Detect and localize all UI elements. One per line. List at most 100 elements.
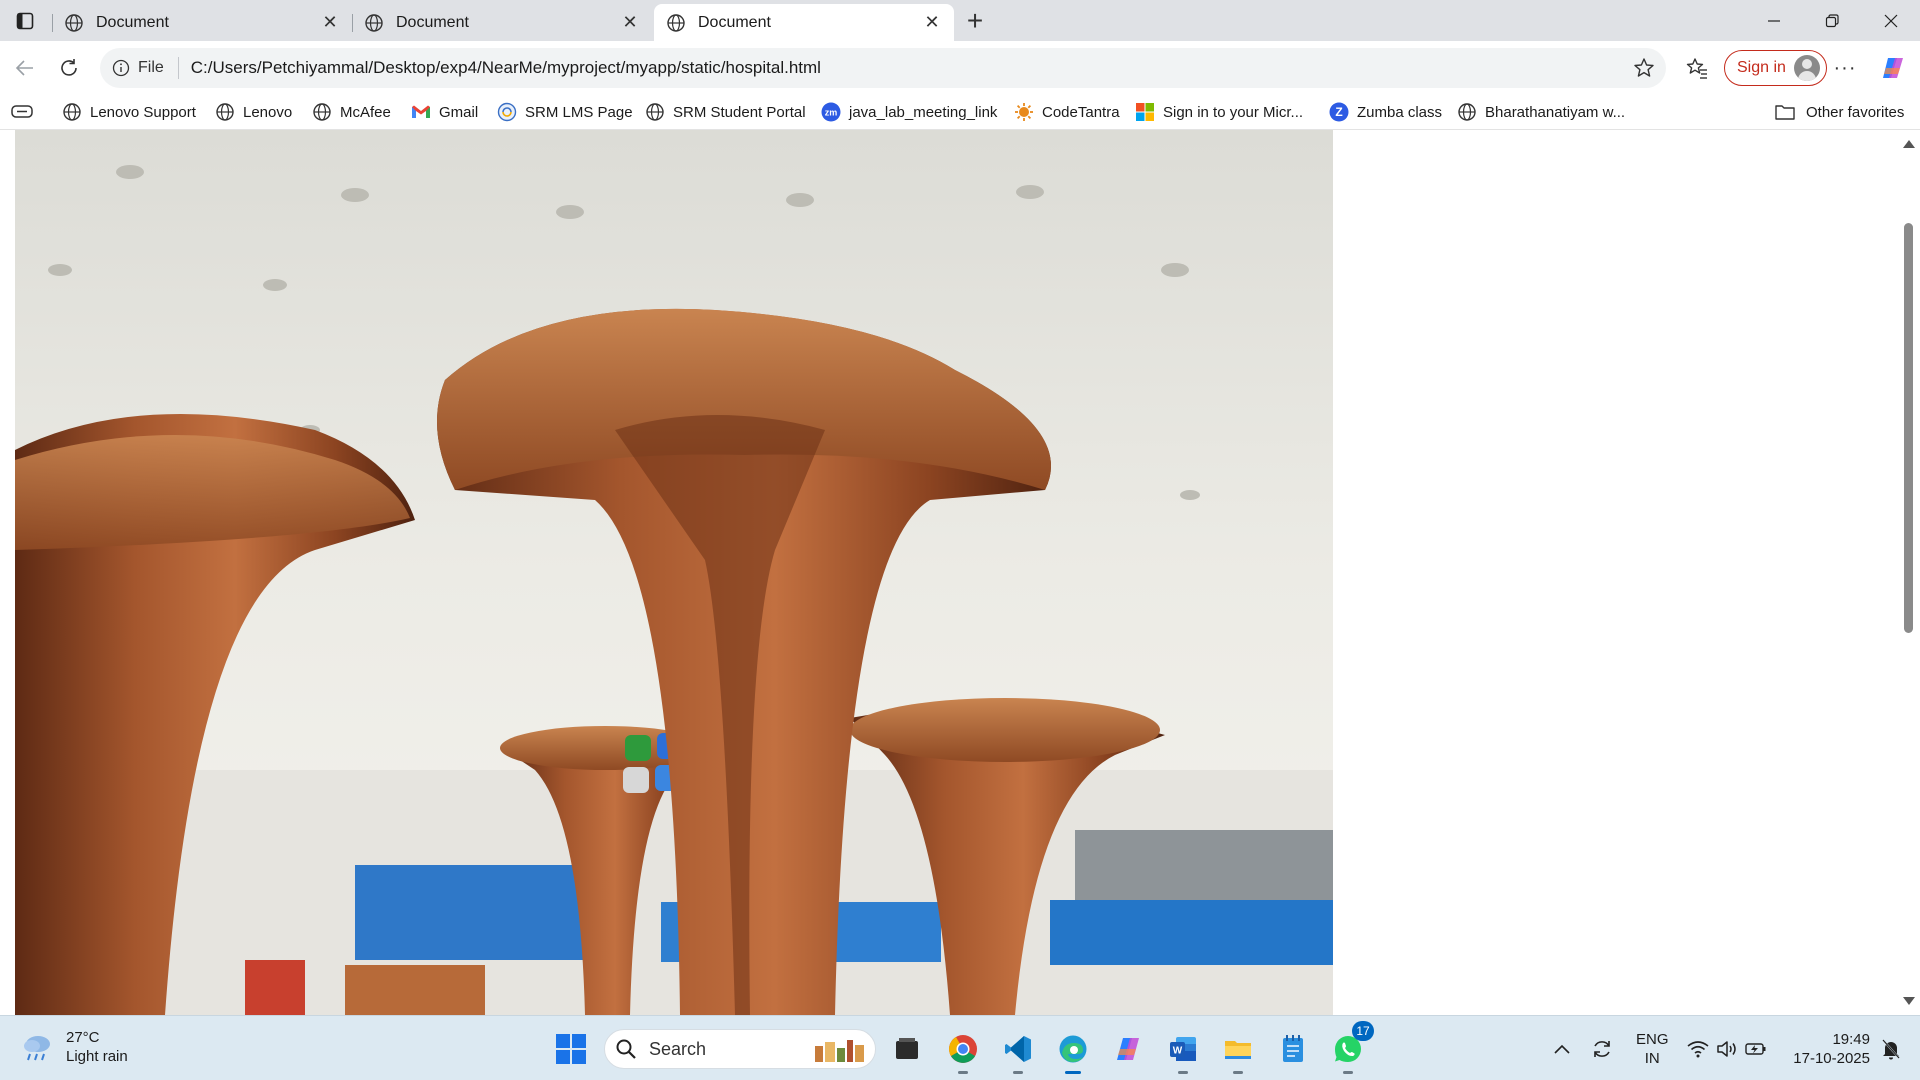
- bookmark-srm-student-portal[interactable]: SRM Student Portal: [645, 98, 806, 126]
- bookmark-bharathanatiyam[interactable]: Bharathanatiyam w...: [1457, 98, 1625, 126]
- globe-icon: [646, 103, 664, 121]
- url-text[interactable]: C:/Users/Petchiyammal/Desktop/exp4/NearM…: [191, 58, 821, 78]
- chevron-up-icon: [1554, 1044, 1570, 1054]
- close-tab-icon[interactable]: ✕: [618, 11, 642, 35]
- settings-more-button[interactable]: ···: [1828, 51, 1862, 85]
- tab-strip: Document ✕ Document ✕ Document ✕ +: [0, 0, 1920, 41]
- scrollbar-thumb[interactable]: [1904, 223, 1913, 633]
- bookmark-zumba-class[interactable]: Z Zumba class: [1329, 98, 1442, 126]
- region-code: IN: [1644, 1050, 1660, 1067]
- sign-in-button[interactable]: Sign in: [1724, 50, 1827, 86]
- minimize-button[interactable]: [1745, 0, 1803, 41]
- bookmark-microsoft-signin[interactable]: Sign in to your Micr...: [1135, 98, 1303, 126]
- avatar-icon: [1793, 55, 1820, 81]
- volume-icon: [1717, 1040, 1736, 1057]
- file-manager-icon: [896, 1038, 918, 1059]
- close-tab-icon[interactable]: ✕: [318, 11, 342, 35]
- back-button[interactable]: [8, 51, 42, 85]
- bookmark-codetantra[interactable]: CodeTantra: [1014, 98, 1120, 126]
- notepad-icon: [1283, 1035, 1303, 1062]
- running-indicator: [1065, 1071, 1081, 1074]
- running-indicator: [958, 1071, 968, 1074]
- volume-status[interactable]: [1713, 1016, 1741, 1080]
- file-explorer-icon: [1225, 1041, 1251, 1059]
- taskbar-app-file-explorer[interactable]: [1218, 1029, 1258, 1074]
- other-favorites-folder[interactable]: Other favorites: [1774, 98, 1904, 126]
- bookmark-lenovo[interactable]: Lenovo: [215, 98, 292, 126]
- bookmark-label: SRM LMS Page: [525, 103, 633, 121]
- globe-icon: [667, 13, 685, 32]
- bookmark-label: Bharathanatiyam w...: [1485, 103, 1626, 121]
- tab-actions-button[interactable]: [8, 6, 42, 36]
- scroll-down-arrow-icon[interactable]: [1903, 997, 1915, 1005]
- wifi-status[interactable]: [1684, 1016, 1712, 1080]
- bookmarks-menu-icon[interactable]: [10, 102, 34, 122]
- search-icon: [616, 1039, 636, 1059]
- reload-button[interactable]: [52, 51, 86, 85]
- folder-icon: [1775, 105, 1795, 120]
- info-icon[interactable]: [112, 59, 130, 77]
- taskbar-app-notepad[interactable]: [1273, 1029, 1313, 1069]
- svg-text:Z: Z: [1335, 105, 1342, 119]
- windows-start-icon[interactable]: [555, 1033, 587, 1065]
- tab-document-2[interactable]: Document ✕: [352, 4, 652, 41]
- taskbar-app-edge[interactable]: [1053, 1029, 1093, 1074]
- chrome-icon: [949, 1035, 977, 1063]
- close-tab-icon[interactable]: ✕: [920, 11, 944, 35]
- show-hidden-icons-button[interactable]: [1548, 1016, 1576, 1080]
- favorites-button[interactable]: [1680, 51, 1714, 85]
- address-separator: [177, 57, 179, 79]
- sync-tray-button[interactable]: [1586, 1016, 1618, 1080]
- weather-widget[interactable]: 27°C Light rain: [20, 1028, 128, 1066]
- globe-icon: [63, 103, 81, 121]
- windows-taskbar: 27°C Light rain Search W 17 ENG IN 19:49…: [0, 1015, 1920, 1080]
- system-clock[interactable]: 19:49 17-10-2025: [1784, 1030, 1870, 1068]
- add-favorite-star-icon[interactable]: [1632, 56, 1656, 80]
- bookmark-label: Zumba class: [1357, 103, 1443, 121]
- notifications-button[interactable]: [1874, 1016, 1908, 1080]
- input-language-indicator[interactable]: ENG IN: [1636, 1030, 1669, 1068]
- taskbar-app-word[interactable]: W: [1163, 1029, 1203, 1074]
- taskbar-app-vscode[interactable]: [998, 1029, 1038, 1074]
- language-code: ENG: [1636, 1031, 1669, 1048]
- taskbar-app-whatsapp[interactable]: 17: [1328, 1021, 1374, 1074]
- weather-temperature: 27°C: [66, 1029, 100, 1046]
- bookmark-gmail[interactable]: Gmail: [411, 98, 478, 126]
- taskbar-app-copilot[interactable]: [1108, 1029, 1148, 1069]
- bookmark-srm-lms[interactable]: SRM LMS Page: [497, 98, 633, 126]
- plus-icon: +: [966, 5, 984, 36]
- address-bar[interactable]: File C:/Users/Petchiyammal/Desktop/exp4/…: [100, 48, 1666, 88]
- running-indicator: [1343, 1071, 1353, 1074]
- tab-separator: [352, 14, 353, 32]
- bookmarks-bar: Lenovo Support Lenovo McAfee Gmail SRM L…: [0, 94, 1920, 130]
- tab-document-3-active[interactable]: Document ✕: [654, 4, 954, 41]
- taskbar-app-file-manager[interactable]: [887, 1029, 927, 1069]
- tab-title: Document: [698, 13, 771, 31]
- copilot-button[interactable]: [1876, 51, 1910, 85]
- scroll-up-arrow-icon[interactable]: [1903, 140, 1915, 148]
- tab-document-1[interactable]: Document ✕: [52, 4, 352, 41]
- notification-bell-icon: [1882, 1038, 1900, 1059]
- bookmark-mcafee[interactable]: McAfee: [312, 98, 391, 126]
- sign-in-label: Sign in: [1737, 59, 1786, 76]
- globe-icon: [1458, 103, 1476, 121]
- taskbar-search-box[interactable]: Search: [604, 1029, 876, 1069]
- clock-time: 19:49: [1832, 1031, 1870, 1048]
- running-indicator: [1233, 1071, 1243, 1074]
- bookmark-label: Sign in to your Micr...: [1163, 103, 1304, 121]
- globe-icon: [65, 13, 83, 32]
- bookmark-java-lab-meeting[interactable]: zm java_lab_meeting_link: [821, 98, 997, 126]
- battery-status[interactable]: [1742, 1016, 1770, 1080]
- restore-button[interactable]: [1803, 0, 1861, 41]
- more-dots-icon: ···: [1833, 56, 1857, 79]
- gmail-icon: [412, 105, 430, 118]
- vertical-scrollbar[interactable]: [1896, 130, 1920, 1015]
- bookmark-label: Lenovo: [243, 103, 293, 121]
- new-tab-button[interactable]: +: [959, 5, 991, 36]
- wifi-icon: [1687, 1040, 1709, 1057]
- bookmark-label: McAfee: [340, 103, 391, 121]
- close-window-button[interactable]: [1862, 0, 1920, 41]
- taskbar-app-chrome[interactable]: [943, 1029, 983, 1074]
- copilot-icon: [1883, 58, 1903, 78]
- bookmark-lenovo-support[interactable]: Lenovo Support: [62, 98, 196, 126]
